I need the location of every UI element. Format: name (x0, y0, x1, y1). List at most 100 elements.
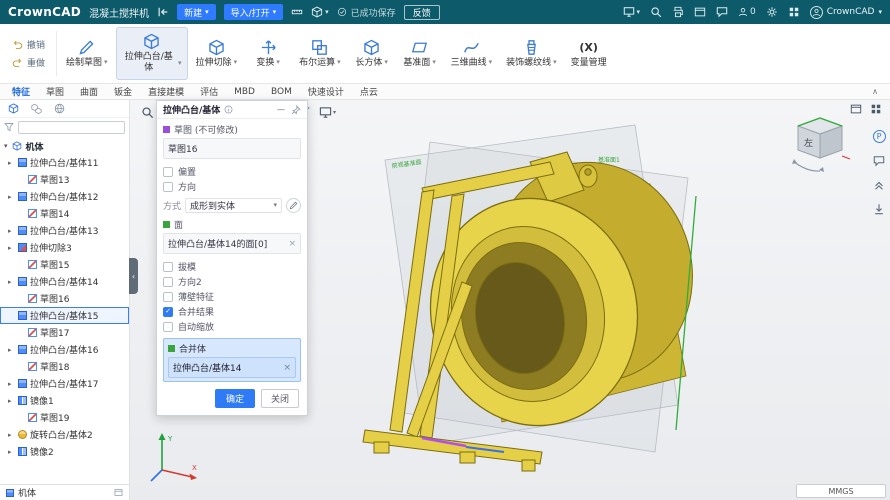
undo-button[interactable]: 撤销 (12, 38, 45, 51)
tree-item[interactable]: ▸ 草图17 (0, 324, 129, 341)
tree-item[interactable]: ▸ 拉伸凸台/基体14 (0, 273, 129, 290)
direction-checkbox[interactable] (163, 181, 173, 192)
pin-icon[interactable] (291, 105, 301, 115)
tree-item[interactable]: ▸ 拉伸凸台/基体13 (0, 222, 129, 239)
tree-item[interactable]: ▸ 镜像1 (0, 392, 129, 409)
direction-checkbox-row[interactable]: 方向 (163, 179, 301, 194)
view-cube[interactable]: 左 (788, 112, 852, 174)
offset-checkbox-row[interactable]: 偏置 (163, 164, 301, 179)
merge-result-checkbox[interactable]: ✓ (163, 306, 173, 317)
thinwall-checkbox-row[interactable]: 薄壁特征 (163, 289, 301, 304)
ribbon-tool-button[interactable]: 变换 ▾ (245, 27, 291, 80)
minimize-icon[interactable]: — (277, 105, 285, 114)
tree-item[interactable]: ▸ 拉伸凸台/基体12 (0, 188, 129, 205)
tree-item[interactable]: ▸ 草图16 (0, 290, 129, 307)
tree-item[interactable]: ▸ 旋转凸台/基体2 (0, 426, 129, 443)
panel-collapse-handle[interactable]: ‹ (129, 258, 138, 294)
draft-checkbox[interactable] (163, 261, 173, 272)
tree-item[interactable]: ▸ 草图13 (0, 171, 129, 188)
measure-icon[interactable] (291, 6, 303, 18)
expand-arrow-icon[interactable]: ▸ (8, 431, 15, 439)
expand-arrow-icon[interactable]: ▸ (8, 227, 15, 235)
account-menu[interactable]: CrownCAD ▾ (809, 5, 882, 19)
expand-arrow-icon[interactable]: ▸ (8, 380, 15, 388)
ribbon-tab[interactable]: 曲面 (80, 85, 98, 98)
tree-item[interactable]: ▸ 拉伸切除3 (0, 239, 129, 256)
ribbon-tab[interactable]: 草图 (46, 85, 64, 98)
direction2-checkbox[interactable] (163, 276, 173, 287)
thinwall-checkbox[interactable] (163, 291, 173, 302)
dialog-title-bar[interactable]: 拉伸凸台/基体 — (157, 101, 307, 119)
ribbon-tab[interactable]: MBD (234, 87, 255, 97)
sketch-field[interactable]: 草图16 (163, 138, 301, 159)
expand-arrow-icon[interactable]: ▸ (8, 244, 15, 252)
tree-item[interactable]: ▸ 草图15 (0, 256, 129, 273)
direction2-checkbox-row[interactable]: 方向2 (163, 274, 301, 289)
ribbon-tab[interactable]: 评估 (200, 85, 218, 98)
settings-gear-icon[interactable] (766, 6, 778, 18)
ok-button[interactable]: 确定 (214, 389, 255, 408)
ribbon-tool-button[interactable]: 基准面 ▾ (397, 27, 443, 80)
properties-badge[interactable]: P (872, 130, 886, 143)
comments-icon[interactable] (873, 155, 885, 167)
part-bottom-tab[interactable]: 机体 (0, 484, 129, 500)
method-select[interactable]: 成形到实体 ▾ (185, 198, 282, 213)
close-button[interactable]: 关闭 (260, 389, 299, 408)
ribbon-tab[interactable]: BOM (271, 87, 292, 97)
ribbon-tool-button[interactable]: 三维曲线 ▾ (445, 27, 499, 80)
restore-window-icon[interactable] (850, 103, 862, 115)
tree-item[interactable]: ▸ 拉伸凸台/基体16 (0, 341, 129, 358)
tree-item[interactable]: ▸ 草图18 (0, 358, 129, 375)
autoscale-checkbox[interactable] (163, 321, 173, 332)
ribbon-tool-button[interactable]: 布尔运算 ▾ (293, 27, 347, 80)
ribbon-tab[interactable]: 钣金 (114, 85, 132, 98)
ribbon-tab[interactable]: 直接建模 (148, 85, 184, 98)
assembly-tab-icon[interactable] (31, 103, 42, 114)
offset-checkbox[interactable] (163, 166, 173, 177)
back-icon[interactable] (157, 6, 169, 18)
ribbon-tool-button[interactable]: (X) 变量管理▾ (565, 27, 613, 80)
draft-checkbox-row[interactable]: 拔模 (163, 259, 301, 274)
tree-item[interactable]: ▸ 拉伸凸台/基体15 (0, 307, 129, 324)
layout-grid-icon[interactable] (870, 103, 882, 115)
ribbon-collapse-icon[interactable]: ∧ (872, 87, 878, 96)
expand-arrow-icon[interactable]: ▸ (8, 159, 15, 167)
search-icon[interactable] (650, 6, 662, 18)
download-view-icon[interactable] (873, 203, 885, 215)
expand-arrow-icon[interactable]: ▸ (8, 193, 15, 201)
expand-arrow-icon[interactable]: ▸ (8, 278, 15, 286)
collapse-up-icon[interactable] (873, 179, 885, 191)
units-selector[interactable]: MMGS (796, 484, 886, 498)
model-tree-tab-icon[interactable] (8, 103, 19, 114)
ribbon-tab[interactable]: 快速设计 (308, 85, 344, 98)
clear-merge-icon[interactable]: × (283, 363, 291, 373)
ribbon-tool-button[interactable]: 拉伸凸台/基体 ▾ (115, 27, 188, 80)
zoom-icon[interactable] (138, 103, 157, 121)
new-button[interactable]: 新建 ▾ (177, 4, 216, 20)
ribbon-tab[interactable]: 特征 (12, 85, 30, 98)
import-open-button[interactable]: 导入/打开 ▾ (223, 4, 284, 20)
tree-item[interactable]: ▸ 草图19 (0, 409, 129, 426)
print-icon[interactable] (672, 6, 684, 18)
edit-pencil-button[interactable] (286, 198, 301, 213)
fullscreen-icon[interactable] (694, 6, 706, 18)
expand-arrow-icon[interactable]: ▸ (8, 397, 15, 405)
apps-grid-icon[interactable] (788, 6, 800, 18)
view-cube-face-label[interactable]: 左 (804, 137, 813, 149)
tree-root-node[interactable]: ▾ 机体 (0, 138, 129, 154)
tree-item[interactable]: ▸ 草图14 (0, 205, 129, 222)
tree-item[interactable]: ▸ 拉伸凸台/基体17 (0, 375, 129, 392)
comment-icon[interactable] (716, 6, 728, 18)
ribbon-tool-button[interactable]: 拉伸切除 ▾ (190, 27, 244, 80)
display-style-icon[interactable]: ▾ (318, 103, 337, 121)
info-icon[interactable] (224, 105, 233, 114)
feedback-button[interactable]: 反馈 (403, 4, 440, 20)
autoscale-checkbox-row[interactable]: 自动缩放 (163, 319, 301, 334)
expand-arrow-icon[interactable]: ▸ (8, 448, 15, 456)
merge-body-field[interactable]: 拉伸凸台/基体14 × (168, 357, 296, 378)
ribbon-tool-button[interactable]: 长方体 ▾ (349, 27, 395, 80)
clear-face-icon[interactable]: × (288, 239, 296, 249)
expand-arrow-icon[interactable]: ▸ (8, 346, 15, 354)
display-settings-icon[interactable]: ▾ (623, 6, 640, 18)
tree-item[interactable]: ▸ 拉伸凸台/基体11 (0, 154, 129, 171)
